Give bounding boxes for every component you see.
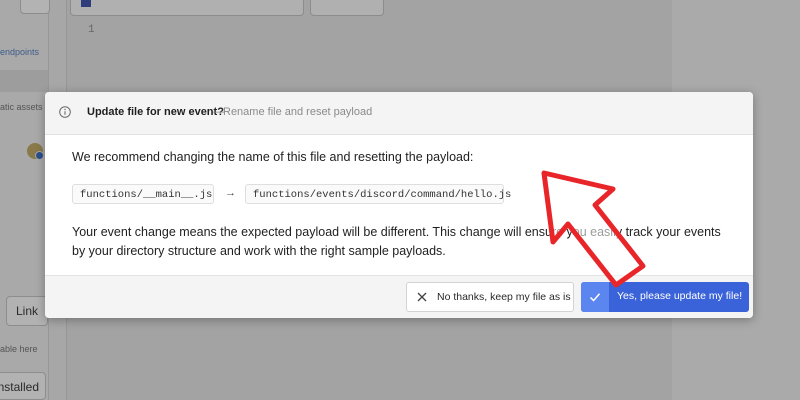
sidebar-endpoints-label[interactable]: endpoints	[0, 47, 39, 57]
editor-line-number: 1	[88, 24, 95, 36]
link-button[interactable]: Link	[6, 296, 48, 326]
red-arrow-annotation	[541, 170, 646, 288]
rename-arrow: →	[225, 187, 236, 199]
payload-tab[interactable]	[310, 0, 384, 16]
dialog-title: Update file for new event?	[87, 106, 224, 118]
dialog-subtitle: Rename file and reset payload	[223, 106, 373, 118]
discord-icon	[81, 0, 91, 7]
sidebar-hint-text: able here	[0, 344, 38, 354]
endpoint-status-icon	[27, 143, 44, 160]
sidebar-selected-row[interactable]	[0, 70, 48, 160]
old-file-path: functions/__main__.js	[72, 184, 214, 204]
new-file-path: functions/events/discord/command/hello.j…	[245, 184, 511, 204]
installed-button[interactable]: nstalled	[0, 372, 46, 400]
recommendation-text: We recommend changing the name of this f…	[72, 150, 474, 164]
dialog-header: Update file for new event? — Rename file…	[45, 92, 753, 135]
info-icon	[59, 106, 71, 118]
left-sidebar: endpoints atic assets Link able here nst…	[0, 0, 50, 400]
close-icon	[417, 292, 427, 302]
sidebar-static-assets-label[interactable]: atic assets	[0, 102, 43, 112]
event-selector-tab[interactable]	[70, 0, 304, 16]
sidebar-top-button[interactable]	[20, 0, 50, 14]
